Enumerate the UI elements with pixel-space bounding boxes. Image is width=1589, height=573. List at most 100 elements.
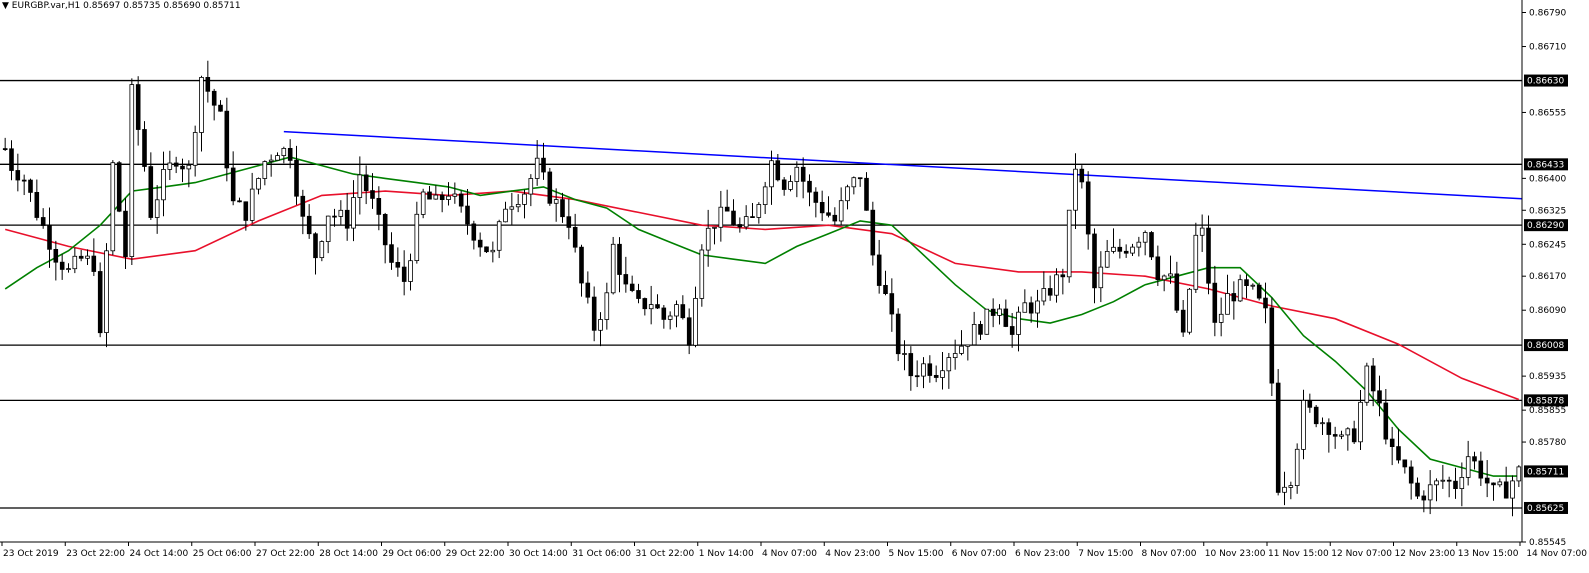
candle <box>1301 389 1306 460</box>
candle <box>1244 274 1249 299</box>
candle-body <box>1079 168 1085 183</box>
candle-body <box>648 304 654 310</box>
candle <box>1408 460 1414 500</box>
candle-body <box>104 250 109 334</box>
candle-body <box>281 147 287 156</box>
candle <box>471 220 477 250</box>
candle <box>933 365 939 383</box>
candle <box>1250 283 1256 290</box>
candle-body <box>864 177 869 211</box>
candle-body <box>693 297 698 346</box>
chart[interactable]: 0.86790 0.86710 0.86555 0.86400 0.86325 0.862… <box>0 0 1589 569</box>
candle <box>230 151 236 206</box>
x-tick-label: 7 Nov 15:00 <box>1078 549 1133 559</box>
candle-body <box>427 191 432 200</box>
y-tick-label: 0.85855 <box>1529 406 1566 416</box>
candle <box>851 176 857 195</box>
candle <box>1142 230 1148 256</box>
candle <box>1275 369 1281 496</box>
x-tick-label: 28 Oct 14:00 <box>319 549 378 559</box>
candle-body <box>1491 482 1496 486</box>
candle <box>781 177 787 196</box>
candle-body <box>978 323 983 335</box>
candle <box>110 160 116 256</box>
price-tag-label: 0.86433 <box>1527 160 1564 170</box>
candle-body <box>902 353 907 355</box>
candle-body <box>1275 382 1281 493</box>
candle-body <box>1035 300 1040 314</box>
y-tick-label: 0.86400 <box>1529 174 1566 184</box>
candle <box>40 208 46 229</box>
candle-body <box>2 148 8 151</box>
candle-body <box>819 201 825 214</box>
candle-body <box>496 221 502 251</box>
candle <box>1370 358 1376 407</box>
candle <box>959 330 964 356</box>
candle <box>819 190 825 222</box>
candle <box>655 294 660 310</box>
candle-body <box>205 77 211 92</box>
candle <box>192 125 198 177</box>
candle <box>674 300 679 328</box>
candle-body <box>566 216 572 228</box>
candle <box>864 172 869 211</box>
candle <box>1022 289 1028 313</box>
candle-body <box>9 148 14 171</box>
candle <box>275 152 280 161</box>
candle-body <box>1104 250 1110 268</box>
candle-body <box>211 90 217 106</box>
candle-body <box>832 214 838 222</box>
candle <box>161 151 166 217</box>
candle <box>1345 427 1351 451</box>
candle-body <box>1092 233 1097 289</box>
candle <box>452 182 458 204</box>
candle-body <box>1415 482 1420 497</box>
candle-body <box>218 104 223 112</box>
candle <box>1199 214 1205 252</box>
candle-body <box>1269 307 1275 384</box>
candle-body <box>1421 495 1427 501</box>
y-tick-label: 0.86170 <box>1529 272 1566 282</box>
ohlc-high: 0.85735 <box>123 1 161 11</box>
candle-body <box>952 353 958 358</box>
candle-body <box>895 313 901 355</box>
candle-body <box>1060 274 1066 278</box>
candle-body <box>1168 273 1173 277</box>
candle <box>53 240 59 281</box>
candle <box>1092 228 1097 304</box>
candle <box>1187 288 1192 335</box>
collapse-triangle-icon[interactable]: ▼ <box>2 1 9 11</box>
candle-body <box>1434 480 1439 486</box>
candle <box>997 304 1002 325</box>
candle <box>490 241 496 263</box>
candle-body <box>376 197 382 215</box>
candle <box>566 199 572 240</box>
chart-canvas[interactable]: 0.86790 0.86710 0.86555 0.86400 0.86325 0.862… <box>0 0 1589 569</box>
candle-body <box>1212 282 1218 323</box>
candle-body <box>534 157 540 179</box>
y-tick-label: 0.85780 <box>1529 438 1566 448</box>
candle-body <box>788 181 793 190</box>
ma-fast-line <box>4 156 1519 477</box>
x-tick-label: 30 Oct 14:00 <box>509 549 568 559</box>
candle <box>332 208 337 227</box>
x-tick-label: 5 Nov 15:00 <box>889 549 944 559</box>
candle <box>256 177 261 195</box>
candle <box>1383 388 1389 445</box>
candle <box>458 190 464 213</box>
candle-body <box>1054 274 1059 296</box>
x-tick-label: 1 Nov 14:00 <box>699 549 754 559</box>
trend-line-group <box>283 130 1523 200</box>
candle <box>1288 481 1294 500</box>
candle <box>59 254 65 280</box>
candle-body <box>1364 365 1370 403</box>
candle-body <box>553 199 559 204</box>
candle-body <box>78 255 84 259</box>
candle <box>921 357 926 389</box>
price-tag-label: 0.85711 <box>1527 467 1564 477</box>
candle-body <box>471 223 477 241</box>
candle-body <box>1294 448 1300 486</box>
candle-body <box>1503 481 1509 499</box>
x-tick-label: 13 Nov 15:00 <box>1458 549 1519 559</box>
candle <box>47 207 52 268</box>
